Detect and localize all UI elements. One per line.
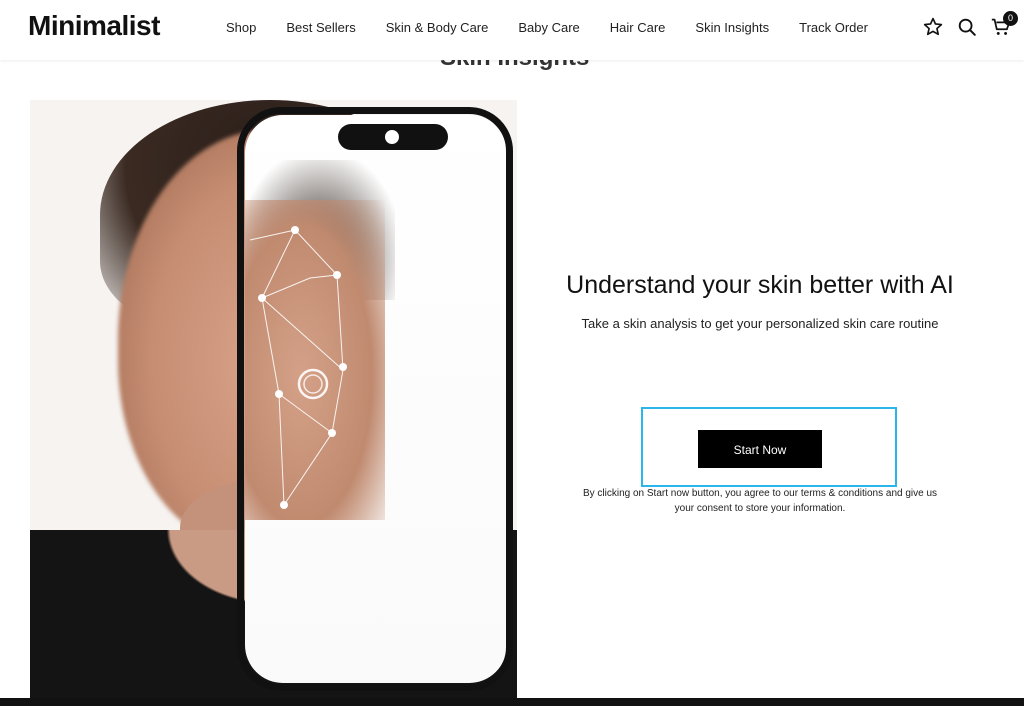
main-nav: Shop Best Sellers Skin & Body Care Baby …: [226, 20, 898, 35]
brand-logo[interactable]: Minimalist: [28, 10, 160, 42]
site-header: Minimalist Shop Best Sellers Skin & Body…: [0, 0, 1024, 60]
nav-hair-care[interactable]: Hair Care: [610, 20, 666, 35]
nav-track-order[interactable]: Track Order: [799, 20, 868, 35]
nav-skin-insights[interactable]: Skin Insights: [695, 20, 769, 35]
cart-count-badge: 0: [1003, 11, 1018, 26]
cart-icon[interactable]: 0: [990, 11, 1018, 38]
nav-skin-body-care[interactable]: Skin & Body Care: [386, 20, 489, 35]
hero-title: Understand your skin better with AI: [566, 271, 954, 299]
hero-content: Understand your skin better with AI Take…: [560, 268, 960, 334]
skin-analysis-hero-image: [30, 100, 517, 698]
header-icons: 0: [922, 11, 1018, 38]
nav-baby-care[interactable]: Baby Care: [518, 20, 579, 35]
nav-best-sellers[interactable]: Best Sellers: [286, 20, 355, 35]
search-icon[interactable]: [956, 16, 978, 38]
face-mesh-overlay: [249, 226, 347, 509]
nav-shop[interactable]: Shop: [226, 20, 256, 35]
consent-text: By clicking on Start now button, you agr…: [582, 488, 938, 514]
start-now-button[interactable]: Start Now: [698, 430, 822, 468]
footer-bar: [0, 698, 1024, 706]
star-icon[interactable]: [922, 16, 944, 38]
hero-subtitle: Take a skin analysis to get your persona…: [581, 316, 939, 331]
